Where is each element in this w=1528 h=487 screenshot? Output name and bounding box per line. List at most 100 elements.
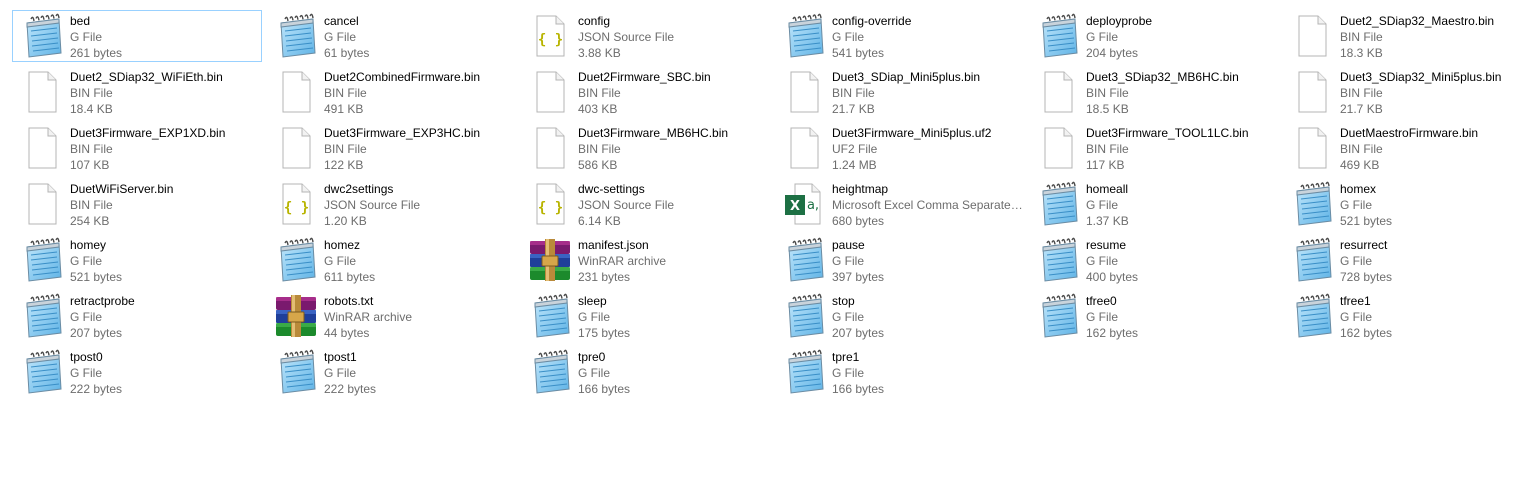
file-size: 44 bytes	[324, 326, 370, 340]
file-tile-robots-txt[interactable]: robots.txt WinRAR archive 44 bytes	[266, 290, 516, 342]
file-tile-duetwifiserver-bin[interactable]: DuetWiFiServer.bin BIN File 254 KB	[12, 178, 262, 230]
file-name: DuetWiFiServer.bin	[70, 182, 174, 196]
file-tile-tpre0[interactable]: tpre0 G File 166 bytes	[520, 346, 770, 398]
svg-text:{ }: { }	[538, 32, 563, 48]
file-size: 61 bytes	[324, 46, 370, 60]
file-tile-homez[interactable]: homez G File 611 bytes	[266, 234, 516, 286]
json-icon: { }	[527, 13, 573, 59]
file-tile-duet3-sdiap32-mini5plus-bin[interactable]: Duet3_SDiap32_Mini5plus.bin BIN File 21.7 …	[1282, 66, 1528, 118]
file-tile-cancel[interactable]: cancel G File 61 bytes	[266, 10, 516, 62]
file-tile-duet2-sdiap32-maestro-bin[interactable]: Duet2_SDiap32_Maestro.bin BIN File 18.3 KB	[1282, 10, 1528, 62]
file-name: tpre0	[578, 350, 606, 364]
file-tile-manifest-json[interactable]: manifest.json WinRAR archive 231 bytes	[520, 234, 770, 286]
file-type: BIN File	[70, 86, 113, 100]
file-tile-tfree0[interactable]: tfree0 G File 162 bytes	[1028, 290, 1278, 342]
file-type: G File	[70, 254, 103, 268]
file-name: Duet3Firmware_EXP3HC.bin	[324, 126, 481, 140]
winrar-icon	[527, 237, 573, 283]
file-tile-homeall[interactable]: homeall G File 1.37 KB	[1028, 178, 1278, 230]
file-tile-duet3firmware-exp1xd-bin[interactable]: Duet3Firmware_EXP1XD.bin BIN File 107 KB	[12, 122, 262, 174]
file-tile-heightmap[interactable]: X a, heightmap Microsoft Excel Comma Sepa…	[774, 178, 1024, 230]
notepad-icon	[1035, 293, 1081, 339]
file-tile-duet2combinedfirmware-bin[interactable]: Duet2CombinedFirmware.bin BIN File 491 KB	[266, 66, 516, 118]
file-tile-config[interactable]: { } config JSON Source File 3.88 KB	[520, 10, 770, 62]
file-name: retractprobe	[70, 294, 135, 308]
file-tile-bed[interactable]: bed G File 261 bytes	[12, 10, 262, 62]
file-size: 6.14 KB	[578, 214, 621, 228]
file-type: G File	[1340, 198, 1373, 212]
file-tile-details: Duet3Firmware_TOOL1LC.bin BIN File 117 KB	[1086, 125, 1278, 173]
file-type: BIN File	[578, 142, 621, 156]
file-tile-tpre1[interactable]: tpre1 G File 166 bytes	[774, 346, 1024, 398]
svg-text:{ }: { }	[538, 200, 563, 216]
file-size: 162 bytes	[1086, 326, 1139, 340]
blank-file-icon	[527, 125, 573, 171]
file-size: 1.24 MB	[832, 158, 877, 172]
file-tile-tpost1[interactable]: tpost1 G File 222 bytes	[266, 346, 516, 398]
file-tile-details: Duet3_SDiap32_MB6HC.bin BIN File 18.5 KB	[1086, 69, 1278, 117]
file-type: JSON Source File	[578, 198, 675, 212]
file-tile-retractprobe[interactable]: retractprobe G File 207 bytes	[12, 290, 262, 342]
file-size: 175 bytes	[578, 326, 631, 340]
file-tile-details: robots.txt WinRAR archive 44 bytes	[324, 293, 516, 341]
file-name: config-override	[832, 14, 912, 28]
file-tile-details: Duet2CombinedFirmware.bin BIN File 491 KB	[324, 69, 516, 117]
file-tile-tpost0[interactable]: tpost0 G File 222 bytes	[12, 346, 262, 398]
file-tile-details: tfree1 G File 162 bytes	[1340, 293, 1528, 341]
file-name: Duet3Firmware_MB6HC.bin	[578, 126, 729, 140]
file-tile-details: manifest.json WinRAR archive 231 bytes	[578, 237, 770, 285]
file-size: 204 bytes	[1086, 46, 1139, 60]
file-tile-homex[interactable]: homex G File 521 bytes	[1282, 178, 1528, 230]
file-tile-resume[interactable]: resume G File 400 bytes	[1028, 234, 1278, 286]
file-type: BIN File	[1340, 30, 1383, 44]
file-tile-dwc-settings[interactable]: { } dwc-settings JSON Source File 6.14 KB	[520, 178, 770, 230]
file-tile-sleep[interactable]: sleep G File 175 bytes	[520, 290, 770, 342]
file-name: Duet3_SDiap32_MB6HC.bin	[1086, 70, 1239, 84]
file-tile-resurrect[interactable]: resurrect G File 728 bytes	[1282, 234, 1528, 286]
file-tile-duet3firmware-mini5plus-uf2[interactable]: Duet3Firmware_Mini5plus.uf2 UF2 File 1.24 …	[774, 122, 1024, 174]
file-size: 1.20 KB	[324, 214, 367, 228]
file-tile-dwc2settings[interactable]: { } dwc2settings JSON Source File 1.20 KB	[266, 178, 516, 230]
file-type: G File	[1086, 30, 1119, 44]
file-tile-details: bed G File 261 bytes	[70, 13, 262, 61]
file-size: 207 bytes	[832, 326, 885, 340]
json-icon: { }	[527, 181, 573, 227]
winrar-icon	[273, 293, 319, 339]
file-type: G File	[1340, 254, 1373, 268]
file-tile-duet3-sdiap32-mb6hc-bin[interactable]: Duet3_SDiap32_MB6HC.bin BIN File 18.5 KB	[1028, 66, 1278, 118]
file-size: 3.88 KB	[578, 46, 621, 60]
notepad-icon	[1035, 181, 1081, 227]
file-type: WinRAR archive	[578, 254, 667, 268]
blank-file-icon	[1289, 125, 1335, 171]
file-tile-duet3-sdiap-mini5plus-bin[interactable]: Duet3_SDiap_Mini5plus.bin BIN File 21.7 KB	[774, 66, 1024, 118]
file-tile-duet3firmware-tool1lc-bin[interactable]: Duet3Firmware_TOOL1LC.bin BIN File 117 KB	[1028, 122, 1278, 174]
file-tile-details: heightmap Microsoft Excel Comma Separated…	[832, 181, 1024, 229]
file-tile-deployprobe[interactable]: deployprobe G File 204 bytes	[1028, 10, 1278, 62]
notepad-icon	[19, 237, 65, 283]
file-tile-details: Duet3Firmware_MB6HC.bin BIN File 586 KB	[578, 125, 770, 173]
notepad-icon	[781, 293, 827, 339]
file-tile-duet3firmware-exp3hc-bin[interactable]: Duet3Firmware_EXP3HC.bin BIN File 122 KB	[266, 122, 516, 174]
file-name: config	[578, 14, 611, 28]
file-tile-duet2firmware-sbc-bin[interactable]: Duet2Firmware_SBC.bin BIN File 403 KB	[520, 66, 770, 118]
file-tile-duet3firmware-mb6hc-bin[interactable]: Duet3Firmware_MB6HC.bin BIN File 586 KB	[520, 122, 770, 174]
notepad-icon	[19, 293, 65, 339]
file-type: BIN File	[1086, 142, 1129, 156]
file-size: 18.4 KB	[70, 102, 113, 116]
file-tile-details: Duet3_SDiap_Mini5plus.bin BIN File 21.7 KB	[832, 69, 1024, 117]
file-size: 107 KB	[70, 158, 110, 172]
file-tile-pause[interactable]: pause G File 397 bytes	[774, 234, 1024, 286]
file-name: Duet2CombinedFirmware.bin	[324, 70, 481, 84]
file-tile-config-override[interactable]: config-override G File 541 bytes	[774, 10, 1024, 62]
file-tile-details: retractprobe G File 207 bytes	[70, 293, 262, 341]
file-tile-duetmaestrofirmware-bin[interactable]: DuetMaestroFirmware.bin BIN File 469 KB	[1282, 122, 1528, 174]
file-tile-tfree1[interactable]: tfree1 G File 162 bytes	[1282, 290, 1528, 342]
file-tile-homey[interactable]: homey G File 521 bytes	[12, 234, 262, 286]
file-type: Microsoft Excel Comma Separated Values F…	[832, 198, 1024, 212]
file-tile-stop[interactable]: stop G File 207 bytes	[774, 290, 1024, 342]
file-name: homey	[70, 238, 107, 252]
file-size: 1.37 KB	[1086, 214, 1129, 228]
file-name: Duet2_SDiap32_WiFiEth.bin	[70, 70, 223, 84]
file-tile-duet2-sdiap32-wifieth-bin[interactable]: Duet2_SDiap32_WiFiEth.bin BIN File 18.4 KB	[12, 66, 262, 118]
file-size: 261 bytes	[70, 46, 123, 60]
